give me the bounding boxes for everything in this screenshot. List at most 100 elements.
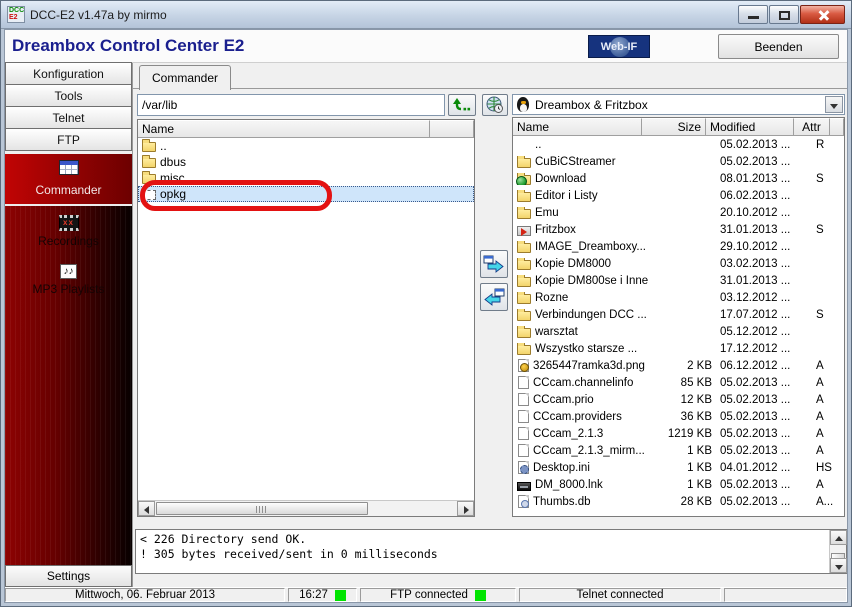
local-file-list: Name .. dbus misc opkg: [137, 119, 475, 517]
file-name-cell: Emu: [513, 206, 656, 219]
table-row[interactable]: 3265447ramka3d.png 2 KB 06.12.2012 ... A: [513, 357, 844, 374]
title-bar[interactable]: DCC E2 DCC-E2 v1.47a by mirmo: [1, 1, 851, 29]
table-row[interactable]: Kopie DM8000 03.02.2013 ...: [513, 255, 844, 272]
table-row[interactable]: DM_8000.lnk 1 KB 05.02.2013 ... A: [513, 476, 844, 493]
horizontal-scrollbar[interactable]: [138, 500, 474, 516]
file-attr-cell: A: [816, 427, 824, 440]
file-modified-cell: 17.07.2012 ...: [720, 308, 791, 321]
sidebar-button-telnet[interactable]: Telnet: [5, 106, 132, 129]
table-row[interactable]: Wszystko starsze ... 17.12.2012 ...: [513, 340, 844, 357]
file-name: opkg: [160, 187, 187, 201]
table-row[interactable]: CuBiCStreamer 05.02.2013 ...: [513, 153, 844, 170]
profile-dropdown[interactable]: Dreambox & Fritzbox: [512, 94, 845, 115]
path-input[interactable]: /var/lib: [137, 94, 445, 116]
table-row[interactable]: Fritzbox 31.01.2013 ... S: [513, 221, 844, 238]
file-name-cell: warsztat: [513, 325, 656, 338]
file-name: Desktop.ini: [533, 461, 590, 474]
folder-red-icon: [517, 225, 531, 236]
file-row[interactable]: ..: [138, 138, 474, 154]
file-row[interactable]: opkg: [138, 186, 474, 202]
file-modified-cell: 17.12.2012 ...: [720, 342, 791, 355]
close-button[interactable]: [800, 5, 845, 24]
status-ftp: FTP connected: [360, 588, 516, 602]
file-name: Editor i Listy: [535, 189, 598, 202]
up-directory-button[interactable]: [448, 94, 476, 116]
refresh-globe-button[interactable]: [482, 94, 508, 116]
film-icon: xx: [58, 215, 79, 231]
maximize-button[interactable]: [769, 5, 799, 24]
file-attr-cell: A...: [816, 495, 834, 508]
sidebar-item-recordings[interactable]: xx Recordings: [5, 206, 132, 255]
table-row[interactable]: Thumbs.db 28 KB 05.02.2013 ... A...: [513, 493, 844, 510]
file-name: CCcam.channelinfo: [533, 376, 634, 389]
table-row[interactable]: CCcam.providers 36 KB 05.02.2013 ... A: [513, 408, 844, 425]
sidebar-button-ftp[interactable]: FTP: [5, 128, 132, 151]
file-name-cell: Thumbs.db: [513, 495, 656, 508]
status-extra: [724, 588, 847, 602]
shortcut-icon: [517, 481, 531, 491]
table-row[interactable]: IMAGE_Dreamboxy... 29.10.2012 ...: [513, 238, 844, 255]
file-attr-cell: R: [816, 138, 825, 151]
log-line: ! 305 bytes received/sent in 0 milliseco…: [140, 547, 438, 561]
file-attr-cell: A: [816, 478, 824, 491]
sidebar-item-commander[interactable]: Commander: [5, 154, 132, 206]
playlist-icon: ♪♪: [60, 264, 77, 279]
file-name: Rozne: [535, 291, 569, 304]
column-modified[interactable]: Modified: [706, 118, 794, 136]
sidebar-nav: Commander xx Recordings ♪♪ MP3 Playlists Set…: [5, 154, 132, 587]
scroll-right-button[interactable]: [457, 501, 474, 516]
minimize-button[interactable]: [738, 5, 768, 24]
table-row[interactable]: Emu 20.10.2012 ...: [513, 204, 844, 221]
column-extra[interactable]: [430, 120, 474, 138]
settings-button[interactable]: Settings: [5, 565, 132, 587]
table-row[interactable]: CCcam_2.1.3 1219 KB 05.02.2013 ... A: [513, 425, 844, 442]
file-modified-cell: 05.02.2013 ...: [720, 495, 791, 508]
table-row[interactable]: Verbindungen DCC ... 17.07.2012 ... S: [513, 306, 844, 323]
table-row[interactable]: Kopie DM800se i Inne 31.01.2013 ...: [513, 272, 844, 289]
scroll-left-button[interactable]: [138, 501, 155, 516]
scroll-up-button[interactable]: [830, 530, 847, 545]
sidebar-item-mp3-playlists[interactable]: ♪♪ MP3 Playlists: [5, 255, 132, 303]
table-row[interactable]: Editor i Listy 06.02.2013 ...: [513, 187, 844, 204]
tab-commander[interactable]: Commander: [139, 65, 232, 90]
column-attr[interactable]: Attr: [794, 118, 830, 136]
file-modified-cell: 05.02.2013 ...: [720, 478, 791, 491]
table-row[interactable]: Desktop.ini 1 KB 04.01.2012 ... HS: [513, 459, 844, 476]
file-name: ..: [535, 138, 542, 151]
dropdown-button[interactable]: [825, 96, 843, 113]
table-row[interactable]: CCcam.prio 12 KB 05.02.2013 ... A: [513, 391, 844, 408]
sidebar-button-konfiguration[interactable]: Konfiguration: [5, 62, 132, 85]
table-row[interactable]: .. 05.02.2013 ... R: [513, 136, 844, 153]
file-name-cell: CuBiCStreamer: [513, 155, 656, 168]
transfer-right-button[interactable]: [480, 250, 508, 278]
table-row[interactable]: CCcam.channelinfo 85 KB 05.02.2013 ... A: [513, 374, 844, 391]
scroll-down-button[interactable]: [830, 558, 847, 573]
column-size[interactable]: Size: [642, 118, 706, 136]
file-row[interactable]: misc: [138, 170, 474, 186]
window-title: DCC-E2 v1.47a by mirmo: [30, 7, 167, 22]
table-row[interactable]: Rozne 03.12.2012 ...: [513, 289, 844, 306]
column-name[interactable]: Name: [138, 120, 430, 138]
up-arrow-icon: [835, 536, 843, 541]
table-row[interactable]: Download 08.01.2013 ... S: [513, 170, 844, 187]
file-icon: [518, 444, 529, 457]
column-name[interactable]: Name: [513, 118, 642, 136]
transfer-left-button[interactable]: [480, 283, 508, 311]
file-modified-cell: 03.12.2012 ...: [720, 291, 791, 304]
web-if-button[interactable]: Web-IF: [588, 35, 650, 58]
file-row[interactable]: dbus: [138, 154, 474, 170]
table-row[interactable]: CCcam_2.1.3_mirm... 1 KB 05.02.2013 ... A: [513, 442, 844, 459]
folder-icon: [517, 342, 531, 355]
beenden-button[interactable]: Beenden: [718, 34, 839, 59]
log-text: < 226 Directory send OK.! 305 bytes rece…: [140, 532, 826, 571]
table-row[interactable]: warsztat 05.12.2012 ...: [513, 323, 844, 340]
scrollbar-thumb[interactable]: [156, 502, 368, 515]
status-bar: Mittwoch, 06. Februar 2013 16:27 FTP con…: [5, 587, 847, 602]
file-modified-cell: 31.01.2013 ...: [720, 274, 791, 287]
right-arrow-icon: [464, 506, 469, 514]
sidebar-button-tools[interactable]: Tools: [5, 84, 132, 107]
file-attr-cell: A: [816, 376, 824, 389]
folder-icon: [517, 291, 531, 304]
chevron-down-icon: [830, 104, 838, 109]
log-scrollbar[interactable]: [829, 530, 847, 573]
